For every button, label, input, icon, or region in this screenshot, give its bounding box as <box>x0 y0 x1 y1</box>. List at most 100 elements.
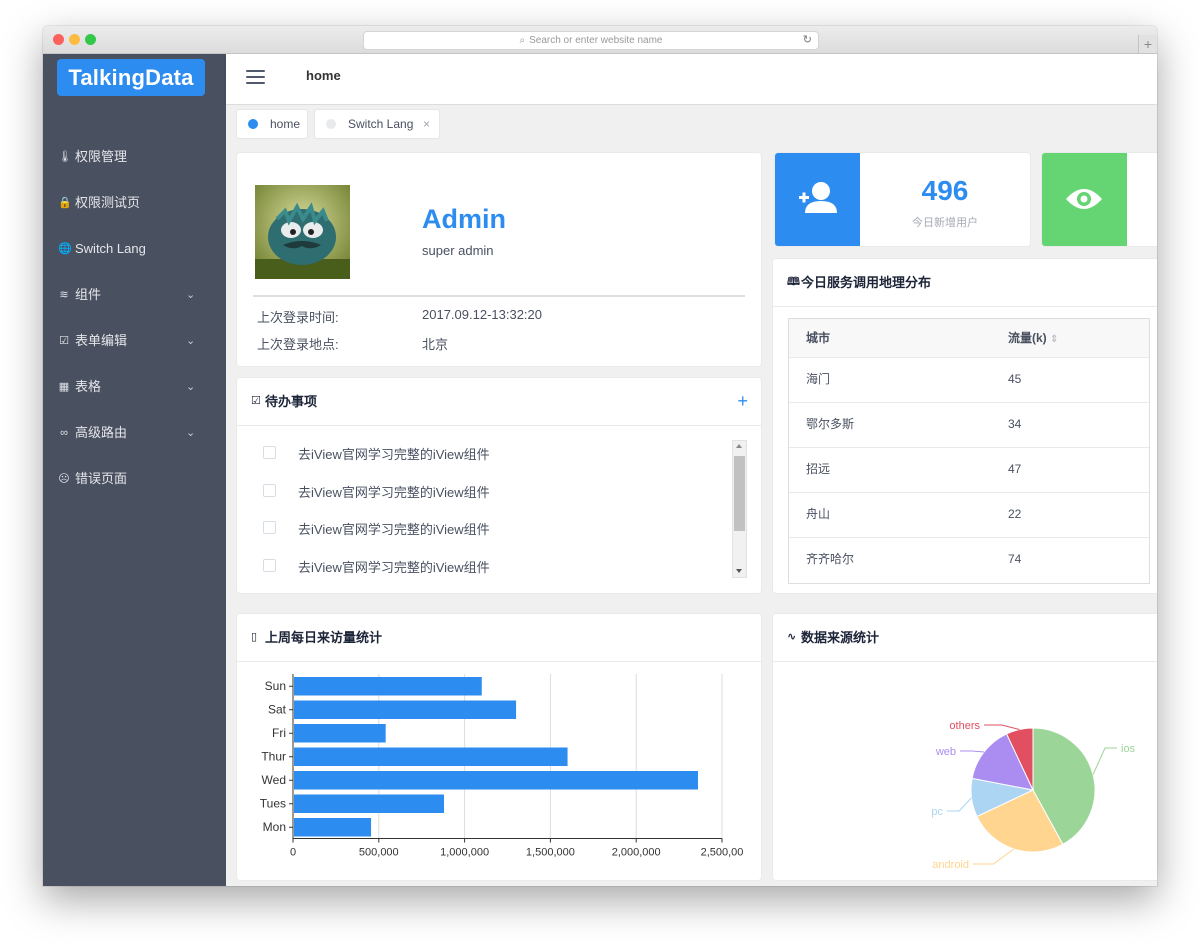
data-sources-pie-chart: ios android pc web others <box>931 720 1135 871</box>
slice-label: others <box>949 720 980 732</box>
browser-toolbar: ⌕ Search or enter website name ↻ + <box>43 26 1157 54</box>
todo-text: 去iView官网学习完整的iView组件 <box>298 485 490 500</box>
sidebar-item-label: 高级路由 <box>75 425 128 440</box>
label-leader <box>947 797 972 812</box>
x-tick-label: 1,500,000 <box>526 847 575 859</box>
sort-icon[interactable]: ⇕ <box>1050 334 1058 345</box>
globe-icon: 🌐 <box>58 243 72 255</box>
bar[interactable] <box>294 771 698 790</box>
todo-card: ☑ 待办事项 + 去iView官网学习完整的iView组件 去iView官网学习… <box>236 377 762 594</box>
city-cell: 鄂尔多斯 <box>806 417 855 431</box>
maximize-window-button[interactable] <box>85 34 96 45</box>
visits-header: ▯ 上周每日来访量统计 <box>237 614 761 662</box>
scrollbar-thumb[interactable] <box>734 456 745 531</box>
chevron-down-icon[interactable]: ⌄ <box>186 275 195 315</box>
close-window-button[interactable] <box>53 34 64 45</box>
y-tick-label: Fri <box>272 726 286 740</box>
views-card <box>1041 152 1157 247</box>
todo-list: 去iView官网学习完整的iView组件 去iView官网学习完整的iView组… <box>237 426 761 593</box>
sources-header: ∿ 数据来源统计 <box>773 614 1157 662</box>
chevron-down-icon[interactable]: ⌄ <box>186 367 195 407</box>
sidebar-item-label: Switch Lang <box>75 241 146 256</box>
minimize-window-button[interactable] <box>69 34 80 45</box>
todo-text: 去iView官网学习完整的iView组件 <box>298 447 490 462</box>
checkbox-icon: ☑ <box>59 335 69 347</box>
bar[interactable] <box>294 724 386 743</box>
x-tick-label: 2,500,00 <box>701 847 744 859</box>
new-tab-button[interactable]: + <box>1138 35 1157 53</box>
new-users-card: 496 今日新增用户 <box>774 152 1031 247</box>
x-tick-label: 2,000,000 <box>612 847 661 859</box>
sidebar-item[interactable]: ▦ 表格 ⌄ <box>43 367 226 407</box>
sidebar-item[interactable]: ☑ 表单编辑 ⌄ <box>43 321 226 361</box>
tab-home[interactable]: home <box>236 109 308 139</box>
sidebar-item-label: 表格 <box>75 379 102 394</box>
sidebar-item-label: 权限测试页 <box>75 195 141 210</box>
scrollbar[interactable] <box>732 440 747 578</box>
add-todo-button[interactable]: + <box>737 378 748 425</box>
table-row: 鄂尔多斯 34 <box>789 402 1149 448</box>
city-cell: 海门 <box>806 372 831 386</box>
sidebar-item[interactable]: ≋ 组件 ⌄ <box>43 275 226 315</box>
column-traffic[interactable]: 流量(k) ⇕ <box>1008 319 1058 359</box>
tab-switch-lang[interactable]: Switch Lang × <box>314 109 440 139</box>
scroll-up-icon[interactable] <box>736 444 742 448</box>
todo-checkbox[interactable] <box>263 559 276 572</box>
sidebar-item[interactable]: ☹ 错误页面 <box>43 459 226 499</box>
x-tick-label: 0 <box>290 847 296 859</box>
geo-distribution-card: 🕮 今日服务调用地理分布 城市 流量(k) ⇕ 海门 45 鄂尔多斯 34 招远… <box>772 258 1157 594</box>
reload-icon[interactable]: ↻ <box>803 32 812 49</box>
todo-item: 去iView官网学习完整的iView组件 <box>263 556 723 576</box>
pulse-icon: ∿ <box>787 631 797 643</box>
inactive-dot-icon <box>326 119 336 129</box>
y-tick-label: Sat <box>268 702 287 716</box>
bar[interactable] <box>294 747 568 767</box>
sidebar-item[interactable]: 🔒 权限测试页 <box>43 183 226 223</box>
avatar <box>255 185 350 279</box>
last-login-place: 北京 <box>422 337 449 352</box>
logo[interactable]: TalkingData <box>57 59 205 96</box>
traffic-cell: 74 <box>1008 552 1022 566</box>
bar[interactable] <box>294 818 372 837</box>
visits-title: 上周每日来访量统计 <box>265 630 383 645</box>
lock-icon: 🔒 <box>58 197 72 209</box>
todo-checkbox[interactable] <box>263 446 276 459</box>
todo-checkbox[interactable] <box>263 484 276 497</box>
address-bar[interactable]: ⌕ Search or enter website name ↻ <box>363 31 819 50</box>
table-row: 海门 45 <box>789 357 1149 403</box>
x-tick-label: 500,000 <box>359 847 399 859</box>
city-cell: 招远 <box>806 462 831 476</box>
y-tick-label: Wed <box>262 773 286 787</box>
bar[interactable] <box>294 677 482 696</box>
menu-toggle-icon[interactable] <box>246 70 266 86</box>
slice-label: android <box>932 859 969 871</box>
geo-header: 🕮 今日服务调用地理分布 <box>773 259 1157 307</box>
table-row: 齐齐哈尔 74 <box>789 537 1149 582</box>
sidebar-item-label: 权限管理 <box>75 149 128 164</box>
bar[interactable] <box>294 700 517 720</box>
bar[interactable] <box>294 794 445 814</box>
y-tick-label: Thur <box>261 749 286 763</box>
sidebar-item[interactable]: 🌐 Switch Lang <box>43 229 226 269</box>
y-tick-label: Mon <box>263 820 286 834</box>
thermometer-icon: 🌡 <box>58 151 72 163</box>
chevron-down-icon[interactable]: ⌄ <box>186 321 195 361</box>
grid-icon: ▦ <box>58 381 70 393</box>
sidebar-item[interactable]: 🌡 权限管理 <box>43 137 226 177</box>
scroll-down-icon[interactable] <box>736 569 742 573</box>
sidebar-item[interactable]: ∞ 高级路由 ⌄ <box>43 413 226 453</box>
table-row: 舟山 22 <box>789 492 1149 538</box>
eye-icon <box>1042 153 1127 246</box>
sidebar: TalkingData 🌡 权限管理 🔒 权限测试页 🌐 Switch Lang ≋ 组件 ⌄ ☑… <box>43 54 226 886</box>
new-users-count: 496 <box>921 175 969 206</box>
sources-title: 数据来源统计 <box>801 630 880 645</box>
todo-checkbox[interactable] <box>263 521 276 534</box>
close-icon[interactable]: × <box>423 110 430 138</box>
todo-title: 待办事项 <box>265 394 318 409</box>
last-login-time-label: 上次登录时间: <box>257 310 339 325</box>
weekly-visits-bar-chart: 0 500,000 1,000,000 1,500,000 2,000,000 2,500… <box>260 674 744 859</box>
city-cell: 舟山 <box>806 507 831 521</box>
layers-icon: ≋ <box>59 289 69 301</box>
chevron-down-icon[interactable]: ⌄ <box>186 413 195 453</box>
traffic-cell: 47 <box>1008 462 1022 476</box>
